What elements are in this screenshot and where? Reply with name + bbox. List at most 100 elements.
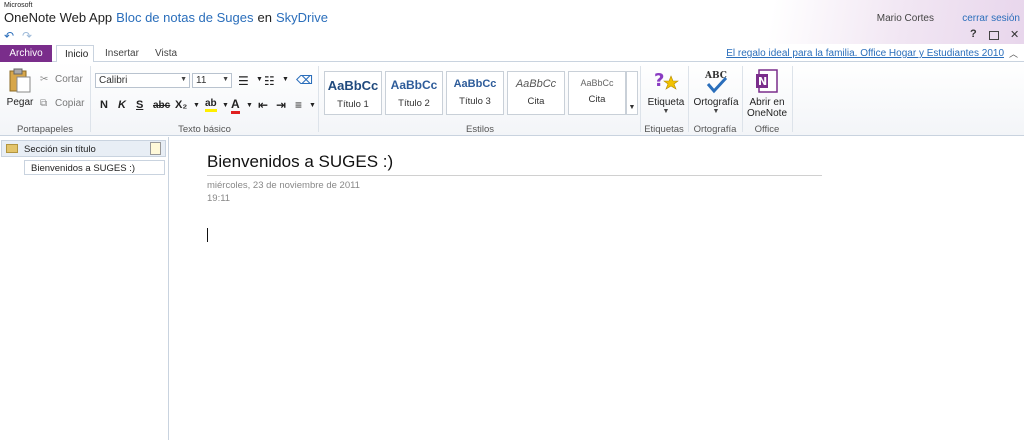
style-name: Título 3	[459, 96, 491, 107]
page-time: 19:11	[207, 193, 231, 204]
chevron-down-icon[interactable]: ▼	[193, 102, 200, 109]
microsoft-label: Microsoft	[4, 2, 33, 9]
tab-home[interactable]: Inicio	[56, 45, 94, 63]
navigation-pane: Sección sin título Bienvenidos a SUGES :…	[0, 137, 169, 440]
tab-insert[interactable]: Insertar	[97, 45, 147, 62]
group-label-basic-text: Texto básico	[178, 124, 231, 135]
page-item[interactable]: Bienvenidos a SUGES :)	[24, 160, 165, 175]
align-icon[interactable]: ≡	[295, 98, 302, 112]
style-name: Cita	[588, 94, 606, 105]
tab-file[interactable]: Archivo	[0, 45, 52, 62]
section-label: Sección sin título	[24, 144, 96, 155]
chevron-down-icon: ▼	[222, 76, 229, 83]
eraser-icon[interactable]: ⌫	[296, 73, 313, 87]
group-label-clipboard: Portapapeles	[17, 124, 73, 135]
cut-button[interactable]: ✂ Cortar	[40, 74, 83, 85]
divider	[90, 66, 91, 132]
collapse-ribbon-icon[interactable]: ︿	[1009, 47, 1018, 60]
user-name: Mario Cortes	[876, 13, 934, 24]
connector-text: en	[257, 10, 272, 25]
app-name: OneNote Web App	[4, 10, 113, 25]
close-icon[interactable]: ✕	[1010, 28, 1019, 41]
chevron-down-icon[interactable]: ▼	[282, 76, 289, 83]
redo-icon[interactable]: ↷	[22, 29, 32, 43]
skydrive-link[interactable]: SkyDrive	[276, 10, 328, 25]
cut-label: Cortar	[55, 74, 83, 85]
chevron-down-icon: ▼	[662, 108, 670, 115]
style-name: Cita	[527, 96, 545, 107]
svg-text:N: N	[758, 75, 767, 88]
divider	[688, 66, 689, 132]
help-icon[interactable]: ?	[970, 28, 977, 40]
app-title: OneNote Web App Bloc de notas de Suges en S…	[4, 10, 328, 25]
notebook-link[interactable]: Bloc de notas de Suges	[116, 10, 253, 25]
chevron-down-icon[interactable]: ▼	[246, 102, 253, 109]
scissors-icon: ✂	[40, 74, 49, 85]
style-heading-3[interactable]: AaBbCc Título 3	[446, 71, 504, 115]
bold-button[interactable]: N	[100, 99, 108, 111]
tag-button[interactable]: ? Etiqueta ▼	[644, 68, 688, 115]
group-label-office: Office	[754, 124, 780, 135]
style-quote-2[interactable]: AaBbCc Cita	[568, 71, 626, 115]
style-heading-2[interactable]: AaBbCc Título 2	[385, 71, 443, 115]
open-in-label: Abrir en	[749, 97, 785, 108]
underline-button[interactable]: S	[136, 99, 143, 111]
divider	[318, 66, 319, 132]
copy-icon: ⧉	[40, 98, 48, 109]
chevron-down-icon[interactable]: ▼	[309, 102, 316, 109]
group-label-spelling: Ortografía	[693, 124, 737, 135]
chevron-down-icon[interactable]: ▼	[256, 76, 263, 83]
spelling-label: Ortografía	[693, 97, 739, 108]
decrease-indent-icon[interactable]: ⇤	[258, 98, 268, 112]
highlight-icon[interactable]: ab	[205, 98, 217, 112]
font-size-value: 11	[196, 75, 207, 86]
page-title[interactable]: Bienvenidos a SUGES :)	[207, 152, 393, 172]
bullets-icon[interactable]: ☰	[238, 74, 249, 88]
font-color-icon[interactable]: A	[231, 97, 240, 114]
style-sample: AaBbCc	[515, 78, 557, 90]
copy-button[interactable]: ⧉ Copiar	[40, 98, 84, 109]
divider	[792, 66, 793, 132]
group-label-tags: Etiquetas	[644, 124, 684, 135]
undo-icon[interactable]: ↶	[4, 29, 14, 43]
style-sample: AaBbCc	[327, 78, 379, 93]
svg-text:?: ?	[654, 70, 664, 91]
chevron-down-icon: ▼	[628, 104, 636, 111]
font-family-select[interactable]: Calibri ▼	[95, 73, 190, 88]
numbering-icon[interactable]: ☷	[264, 74, 275, 88]
section-icon	[6, 144, 18, 153]
title-bar: Microsoft OneNote Web App Bloc de notas d…	[0, 0, 1024, 44]
promo-link[interactable]: El regalo ideal para la familia. Office …	[726, 48, 1004, 59]
ribbon: Pegar ✂ Cortar ⧉ Copiar Portapapeles Calib…	[0, 62, 1024, 136]
new-page-icon[interactable]	[150, 142, 161, 155]
italic-button[interactable]: K	[118, 99, 126, 111]
subscript-button[interactable]: X₂	[175, 99, 187, 111]
text-cursor[interactable]	[207, 228, 208, 242]
style-heading-1[interactable]: AaBbCc Título 1	[324, 71, 382, 115]
paste-label: Pegar	[6, 97, 34, 108]
chevron-down-icon[interactable]: ▼	[222, 102, 229, 109]
copy-label: Copiar	[55, 98, 85, 109]
increase-indent-icon[interactable]: ⇥	[276, 98, 286, 112]
tab-view[interactable]: Vista	[147, 45, 185, 62]
styles-more-button[interactable]: ▼	[626, 71, 638, 115]
onenote-icon: N	[753, 68, 781, 94]
paste-button[interactable]: Pegar	[5, 68, 35, 108]
group-label-styles: Estilos	[466, 124, 494, 135]
sign-out-link[interactable]: cerrar sesión	[962, 13, 1020, 24]
style-sample: AaBbCc	[580, 78, 614, 88]
spelling-button[interactable]: ABC Ortografía ▼	[691, 68, 741, 115]
divider	[640, 66, 641, 132]
divider	[742, 66, 743, 132]
popout-icon[interactable]	[989, 31, 999, 40]
font-size-select[interactable]: 11 ▼	[192, 73, 232, 88]
strikethrough-button[interactable]: abc	[153, 100, 170, 111]
section-item[interactable]: Sección sin título	[1, 140, 166, 157]
open-in-onenote-button[interactable]: N Abrir en OneNote	[745, 68, 789, 119]
style-quote[interactable]: AaBbCc Cita	[507, 71, 565, 115]
spellcheck-icon: ABC	[702, 68, 730, 94]
page-date: miércoles, 23 de noviembre de 2011	[207, 180, 360, 191]
title-divider	[207, 175, 822, 176]
style-sample: AaBbCc	[390, 78, 438, 92]
chevron-down-icon: ▼	[712, 108, 720, 115]
